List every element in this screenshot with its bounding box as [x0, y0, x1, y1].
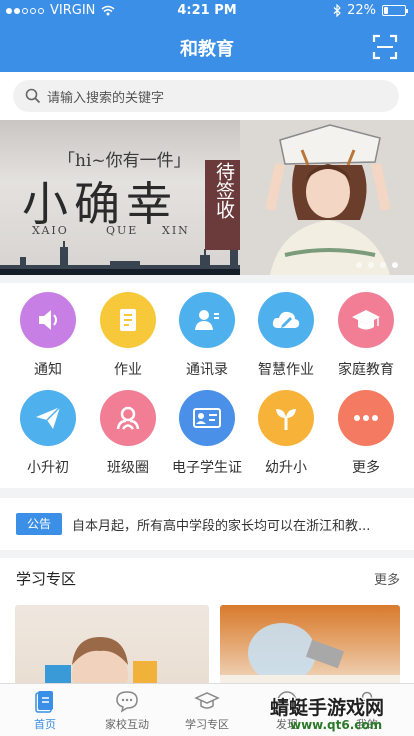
top-navbar: 和教育 [0, 22, 414, 72]
grid-icon-circle [179, 390, 235, 446]
watermark-url: www.qt6.com [290, 718, 383, 732]
study-card[interactable] [220, 605, 400, 683]
grid-label: 幼升小 [265, 460, 307, 476]
status-bar: VIRGIN 4:21 PM 22% [0, 0, 414, 22]
id-card-icon [193, 408, 221, 428]
speaker-icon [39, 310, 57, 330]
announcement-tag: 公告 [16, 513, 62, 535]
contacts-icon [195, 310, 219, 330]
graduation-cap-icon [352, 310, 380, 330]
scan-icon[interactable] [372, 34, 398, 60]
feature-grid: 通知 作业 通讯录 智慧作业 家庭教育 小升初 班级圈 电子学生证 幼升小 更多 [0, 283, 414, 488]
grid-item-class-circle[interactable]: 班级圈 [87, 390, 169, 477]
bluetooth-icon [333, 4, 341, 17]
banner-page-indicator[interactable] [356, 262, 398, 268]
banner-pinyin-1: XAIO [32, 224, 69, 237]
grid-item-contacts[interactable]: 通讯录 [166, 292, 248, 379]
section-title: 学习专区 [16, 570, 77, 588]
grid-label: 电子学生证 [172, 460, 242, 476]
search-placeholder: 请输入搜索的关键字 [47, 91, 165, 106]
tab-home-school[interactable]: 家校互动 [86, 687, 168, 732]
grid-item-homework[interactable]: 作业 [87, 292, 169, 379]
grid-item-student-id[interactable]: 电子学生证 [166, 390, 248, 477]
announcement-bar[interactable]: 公告 自本月起，所有高中学段的家长均可以在浙江和教... [0, 498, 414, 550]
grid-icon-circle [20, 390, 76, 446]
grid-icon-circle [100, 390, 156, 446]
chat-bubble-icon [116, 691, 138, 713]
more-link[interactable]: 更多 [374, 569, 400, 588]
grid-icon-circle [179, 292, 235, 348]
mortarboard-icon [194, 692, 220, 709]
baby-photo [45, 637, 157, 683]
status-right: 22% [333, 3, 408, 18]
watermark-title: 蜻蜓手游戏网 [270, 697, 385, 719]
promo-banner[interactable]: 「hi~你有一件」 小确幸 XAIO QUE XIN 待签收 [0, 120, 414, 275]
page-dot-active[interactable] [392, 262, 398, 268]
grid-icon-circle [338, 390, 394, 446]
study-card[interactable] [15, 605, 209, 683]
homework-icon [120, 309, 136, 331]
grid-label: 班级圈 [107, 460, 149, 476]
grid-icon-circle [258, 390, 314, 446]
page-dot[interactable] [356, 262, 362, 268]
page-dot[interactable] [368, 262, 374, 268]
banner-pinyin-3: XIN [162, 224, 190, 237]
tab-label: 家校互动 [105, 718, 149, 731]
search-bar-container: 请输入搜索的关键字 [0, 72, 414, 120]
grid-label: 通讯录 [186, 362, 228, 378]
search-input[interactable]: 请输入搜索的关键字 [13, 80, 399, 112]
banner-stamp: 待签收 [205, 160, 243, 250]
grid-item-kindergarten[interactable]: 幼升小 [245, 390, 327, 477]
grid-item-more[interactable]: 更多 [325, 390, 407, 477]
grid-icon-circle [20, 292, 76, 348]
grid-label: 家庭教育 [338, 362, 394, 378]
page-dot[interactable] [380, 262, 386, 268]
sprout-icon [276, 409, 296, 430]
grid-item-notice[interactable]: 通知 [7, 292, 89, 379]
battery-percent: 22% [347, 3, 376, 18]
class-circle-icon [116, 406, 140, 430]
home-doc-icon [35, 691, 53, 713]
grid-label: 智慧作业 [258, 362, 314, 378]
tab-home[interactable]: 首页 [4, 687, 86, 732]
grid-icon-circle [338, 292, 394, 348]
banner-stamp-text: 待签收 [213, 162, 235, 219]
grid-label: 更多 [352, 460, 380, 476]
grid-label: 作业 [114, 362, 142, 378]
page-title: 和教育 [180, 39, 234, 60]
cloud-pen-icon [272, 311, 300, 328]
banner-pinyin-2: QUE [106, 224, 139, 237]
paper-plane-icon [36, 406, 61, 429]
tab-study[interactable]: 学习专区 [166, 687, 248, 732]
grid-item-family-education[interactable]: 家庭教育 [325, 292, 407, 379]
more-icon [354, 415, 378, 421]
banner-girl-photo [240, 120, 414, 275]
tab-label: 学习专区 [185, 718, 229, 731]
announcement-text[interactable]: 自本月起，所有高中学段的家长均可以在浙江和教... [72, 515, 402, 534]
site-watermark: 蜻蜓手游戏网 www.qt6.com [270, 693, 410, 735]
study-section: 学习专区 更多 [0, 558, 414, 683]
grid-item-middle-school[interactable]: 小升初 [7, 390, 89, 477]
grid-label: 小升初 [27, 460, 69, 476]
grid-icon-circle [258, 292, 314, 348]
grid-label: 通知 [34, 362, 62, 378]
tab-label: 首页 [34, 718, 56, 731]
grid-icon-circle [100, 292, 156, 348]
battery-icon [382, 5, 408, 16]
grid-item-smart-homework[interactable]: 智慧作业 [245, 292, 327, 379]
search-icon [25, 88, 41, 104]
lightbulb-photo [220, 623, 400, 683]
